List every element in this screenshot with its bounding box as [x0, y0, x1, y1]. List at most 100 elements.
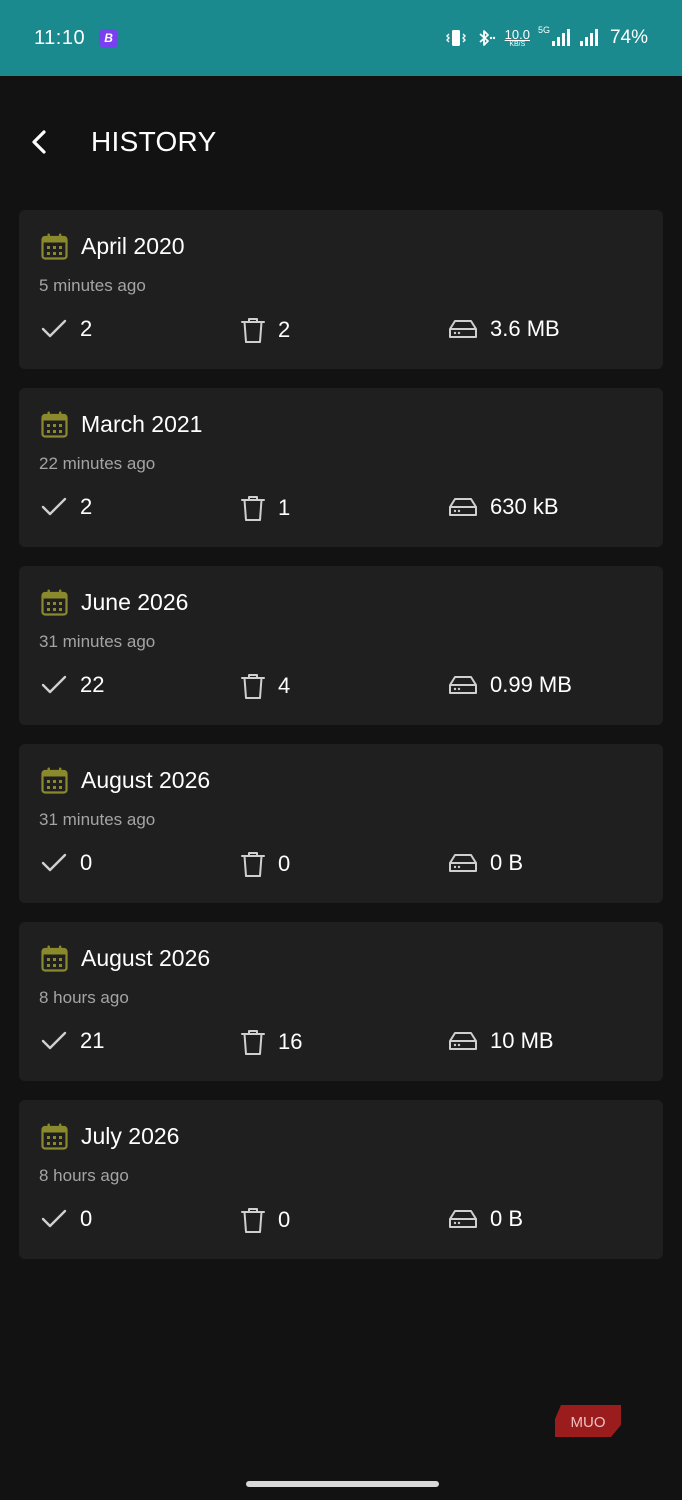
size-stat: 630 kB — [448, 494, 559, 520]
deleted-count: 0 — [278, 851, 291, 876]
card-header: August 2026 — [40, 944, 210, 973]
history-card[interactable]: August 2026 8 hours ago 21 16 10 MB — [19, 922, 663, 1081]
card-header: March 2021 — [40, 410, 202, 439]
kept-stat: 22 — [40, 672, 104, 698]
calendar-icon — [41, 767, 68, 794]
card-timestamp: 5 minutes ago — [39, 276, 146, 295]
chevron-left-icon — [32, 130, 46, 154]
deleted-stat: 16 — [240, 1028, 302, 1056]
card-title: August 2026 — [81, 945, 211, 971]
size-value: 0 B — [490, 850, 524, 875]
card-timestamp: 31 minutes ago — [39, 810, 156, 829]
status-bar: 11:10 B 10.0 KB/S 5G 74% — [0, 0, 682, 76]
size-stat: 0.99 MB — [448, 672, 572, 698]
card-title: March 2021 — [81, 411, 203, 437]
check-icon — [41, 675, 67, 694]
storage-drive-icon — [449, 1210, 477, 1228]
trash-icon — [241, 496, 265, 521]
size-stat: 0 B — [448, 850, 523, 876]
history-card[interactable]: April 2020 5 minutes ago 2 2 3.6 MB — [19, 210, 663, 369]
kept-stat: 0 — [40, 850, 92, 876]
storage-drive-icon — [449, 676, 477, 694]
card-title: April 2020 — [81, 233, 185, 259]
signal-icon — [551, 29, 570, 46]
status-time: 11:10 — [34, 26, 86, 49]
bluetooth-icon — [479, 30, 495, 46]
app-notification-icon: B — [99, 28, 119, 48]
trash-icon — [241, 674, 265, 699]
kept-count: 21 — [80, 1028, 105, 1053]
deleted-count: 0 — [278, 1207, 291, 1232]
check-icon — [41, 1031, 67, 1050]
deleted-stat: 0 — [240, 1206, 290, 1234]
kept-count: 2 — [80, 316, 93, 341]
deleted-count: 16 — [278, 1029, 303, 1054]
history-card[interactable]: July 2026 8 hours ago 0 0 0 B — [19, 1100, 663, 1259]
card-title: June 2026 — [81, 589, 189, 615]
deleted-stat: 0 — [240, 850, 290, 878]
kept-stat: 2 — [40, 494, 92, 520]
size-stat: 10 MB — [448, 1028, 554, 1054]
history-card[interactable]: June 2026 31 minutes ago 22 4 0.99 MB — [19, 566, 663, 725]
network-speed-value: 10.0 — [504, 27, 530, 42]
size-value: 3.6 MB — [490, 316, 560, 341]
size-value: 10 MB — [490, 1028, 554, 1053]
size-value: 630 kB — [490, 494, 559, 519]
home-indicator[interactable] — [246, 1481, 439, 1487]
history-card[interactable]: March 2021 22 minutes ago 2 1 630 kB — [19, 388, 663, 547]
card-timestamp: 22 minutes ago — [39, 454, 156, 473]
trash-icon — [241, 852, 265, 877]
card-title: July 2026 — [81, 1123, 180, 1149]
storage-drive-icon — [449, 498, 477, 516]
deleted-stat: 4 — [240, 672, 290, 700]
network-type: 5G — [537, 25, 550, 35]
card-header: July 2026 — [40, 1122, 179, 1151]
check-icon — [41, 1209, 67, 1228]
card-header: April 2020 — [40, 232, 185, 261]
kept-count: 0 — [80, 850, 93, 875]
check-icon — [41, 853, 67, 872]
calendar-icon — [41, 233, 68, 260]
deleted-count: 1 — [278, 495, 291, 520]
check-icon — [41, 319, 67, 338]
kept-count: 22 — [80, 672, 105, 697]
page-title: HISTORY — [91, 126, 217, 157]
kept-stat: 0 — [40, 1206, 92, 1232]
calendar-icon — [41, 945, 68, 972]
card-title: August 2026 — [81, 767, 211, 793]
storage-drive-icon — [449, 854, 477, 872]
app-bar: HISTORY — [0, 76, 682, 210]
signal-icon — [579, 29, 598, 46]
check-icon — [41, 497, 67, 516]
deleted-count: 2 — [278, 317, 291, 342]
calendar-icon — [41, 1123, 68, 1150]
trash-icon — [241, 1208, 265, 1233]
size-value: 0.99 MB — [490, 672, 572, 697]
storage-drive-icon — [449, 1032, 477, 1050]
history-card[interactable]: August 2026 31 minutes ago 0 0 0 B — [19, 744, 663, 903]
back-button[interactable] — [22, 124, 56, 160]
card-timestamp: 31 minutes ago — [39, 632, 156, 651]
vibrate-icon — [445, 30, 466, 46]
size-value: 0 B — [490, 1206, 524, 1231]
watermark-logo: MUO — [555, 1405, 621, 1437]
kept-count: 2 — [80, 494, 93, 519]
size-stat: 0 B — [448, 1206, 523, 1232]
deleted-stat: 2 — [240, 316, 290, 344]
battery-level: 74% — [609, 27, 648, 48]
card-header: June 2026 — [40, 588, 188, 617]
status-icons: 10.0 KB/S 5G 74% — [445, 25, 648, 49]
network-speed-unit: KB/S — [509, 41, 526, 48]
card-header: August 2026 — [40, 766, 210, 795]
kept-stat: 21 — [40, 1028, 104, 1054]
history-list: April 2020 5 minutes ago 2 2 3.6 MB Marc… — [19, 210, 663, 1278]
size-stat: 3.6 MB — [448, 316, 560, 342]
watermark-text: MUO — [571, 1414, 606, 1431]
network-speed: 10.0 KB/S — [505, 28, 530, 48]
storage-drive-icon — [449, 320, 477, 338]
deleted-count: 4 — [278, 673, 291, 698]
calendar-icon — [41, 589, 68, 616]
trash-icon — [241, 1030, 265, 1055]
deleted-stat: 1 — [240, 494, 290, 522]
kept-count: 0 — [80, 1206, 93, 1231]
